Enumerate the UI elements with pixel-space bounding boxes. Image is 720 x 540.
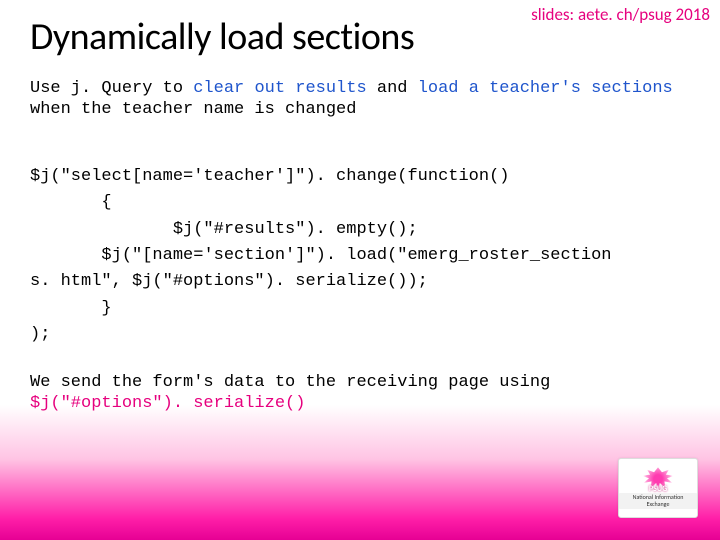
slides-link: slides: aete. ch/psug 2018 xyxy=(531,4,710,25)
slide: slides: aete. ch/psug 2018 Dynamically l… xyxy=(0,0,720,540)
outro-highlight-serialize: $j("#options"). serialize() xyxy=(30,394,305,413)
intro-part1: Use j. Query to xyxy=(30,79,193,98)
outro-text: We send the form's data to the receiving… xyxy=(30,372,690,415)
psug-logo: PSUG National Information Exchange xyxy=(618,458,698,518)
code-line-4b: s. html", $j("#options"). serialize()); xyxy=(30,272,428,291)
intro-part5: when the teacher name is changed xyxy=(30,100,356,119)
intro-highlight-clear: clear out results xyxy=(193,79,366,98)
code-line-5: } xyxy=(30,299,112,318)
page-title: Dynamically load sections xyxy=(30,14,414,60)
code-line-2: { xyxy=(30,193,112,212)
intro-text: Use j. Query to clear out results and lo… xyxy=(30,78,690,121)
intro-part3: and xyxy=(367,79,418,98)
code-block: $j("select[name='teacher']"). change(fun… xyxy=(30,164,690,348)
outro-part1: We send the form's data to the receiving… xyxy=(30,373,550,392)
intro-highlight-load: load a teacher's sections xyxy=(418,79,673,98)
code-line-4a: $j("[name='section']"). load("emerg_rost… xyxy=(30,246,612,265)
code-line-3: $j("#results"). empty(); xyxy=(30,220,418,239)
code-line-1: $j("select[name='teacher']"). change(fun… xyxy=(30,167,509,186)
code-line-6: ); xyxy=(30,325,50,344)
logo-caption: National Information Exchange xyxy=(619,493,697,508)
logo-brand: PSUG xyxy=(649,485,667,494)
